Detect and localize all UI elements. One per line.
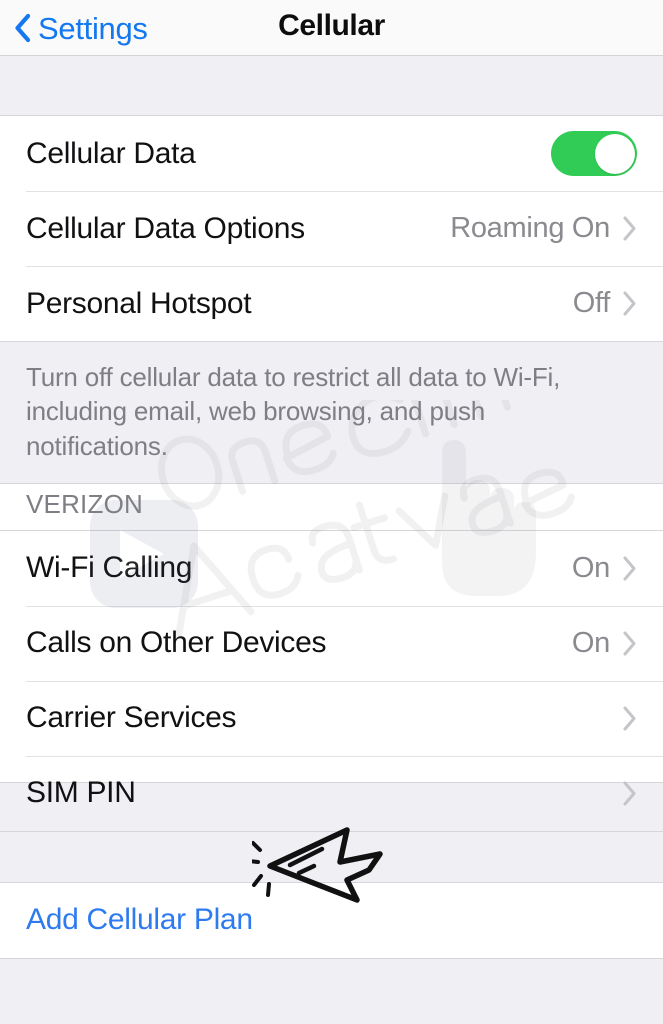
cellular-data-footer-text: Turn off cellular data to restrict all d… bbox=[26, 362, 561, 461]
table-row-add-cellular-plan[interactable]: Add Cellular Plan bbox=[0, 883, 663, 958]
row-accessory: Roaming On bbox=[450, 212, 637, 245]
page-title: Cellular bbox=[278, 9, 385, 42]
table-row-wifi-calling[interactable]: Wi-Fi Calling On bbox=[0, 531, 663, 606]
row-value: Roaming On bbox=[450, 212, 610, 244]
row-accessory bbox=[623, 781, 637, 806]
add-plan-section: Add Cellular Plan bbox=[0, 881, 663, 959]
carrier-section-header: VERIZON bbox=[26, 488, 143, 519]
section-gap-top bbox=[0, 56, 663, 115]
chevron-right-icon bbox=[623, 556, 637, 581]
row-accessory bbox=[623, 706, 637, 731]
table-row-sim-pin[interactable]: SIM PIN bbox=[0, 755, 663, 831]
row-label: Cellular Data Options bbox=[26, 211, 305, 245]
cellular-data-section: Cellular Data Cellular Data Options Roam… bbox=[0, 115, 663, 342]
chevron-right-icon bbox=[623, 216, 637, 241]
row-label: SIM PIN bbox=[26, 776, 136, 810]
row-accessory: On bbox=[572, 627, 637, 660]
toggle-knob bbox=[594, 133, 635, 174]
chevron-right-icon bbox=[623, 781, 637, 806]
add-cellular-plan-link[interactable]: Add Cellular Plan bbox=[26, 903, 637, 937]
table-row-cellular-data-options[interactable]: Cellular Data Options Roaming On bbox=[0, 191, 663, 266]
cellular-data-toggle[interactable] bbox=[551, 131, 637, 176]
iphone-settings-screen: Settings Cellular Cellular Data Cellular… bbox=[0, 0, 663, 1024]
carrier-section: Wi-Fi Calling On Calls on Other Devices … bbox=[0, 529, 663, 832]
row-accessory bbox=[551, 131, 637, 176]
row-value: On bbox=[571, 551, 610, 584]
row-label: Personal Hotspot bbox=[26, 286, 252, 320]
table-row-personal-hotspot[interactable]: Personal Hotspot Off bbox=[0, 266, 663, 341]
row-label: Carrier Services bbox=[26, 701, 237, 735]
row-accessory: Off bbox=[573, 287, 637, 320]
chevron-right-icon bbox=[623, 706, 637, 731]
chevron-right-icon bbox=[623, 631, 637, 656]
table-row-carrier-services[interactable]: Carrier Services bbox=[0, 680, 663, 756]
section-gap-bottom bbox=[0, 831, 663, 882]
row-label: Cellular Data bbox=[26, 136, 196, 170]
row-accessory: On bbox=[572, 552, 637, 585]
row-value: On bbox=[571, 626, 610, 659]
row-label: Calls on Other Devices bbox=[26, 626, 327, 660]
navigation-bar: Settings Cellular bbox=[0, 0, 663, 56]
chevron-right-icon bbox=[623, 291, 637, 316]
row-label: Wi-Fi Calling bbox=[26, 551, 193, 585]
row-value: Off bbox=[572, 287, 611, 319]
table-row-cellular-data[interactable]: Cellular Data bbox=[0, 116, 663, 191]
table-row-calls-on-other-devices[interactable]: Calls on Other Devices On bbox=[0, 605, 663, 681]
